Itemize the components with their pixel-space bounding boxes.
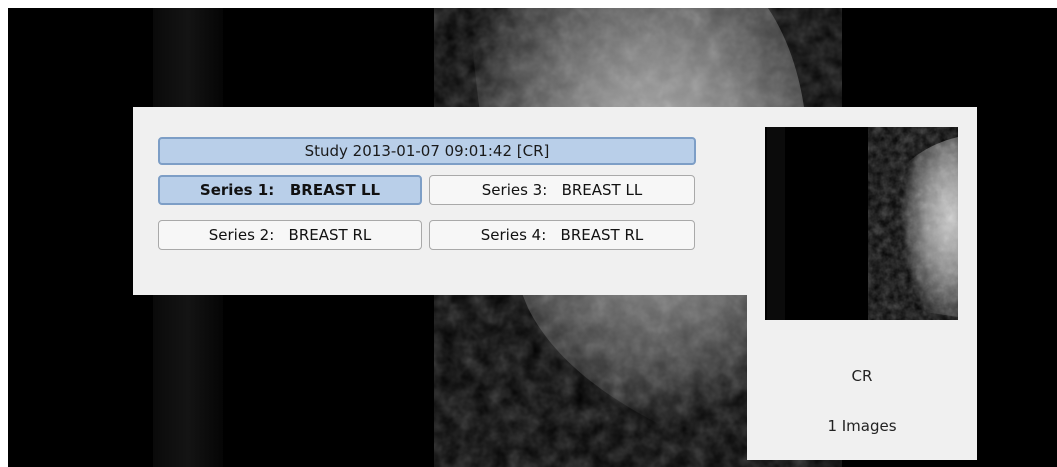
- image-viewport[interactable]: Study 2013-01-07 09:01:42 [CR] Series 1:…: [8, 8, 1057, 467]
- series-2-button[interactable]: Series 2: BREAST RL: [158, 220, 422, 250]
- thumbnail-mammogram-image: [765, 127, 958, 320]
- modality-label: CR: [851, 367, 873, 385]
- series-1-button[interactable]: Series 1: BREAST LL: [158, 175, 422, 205]
- study-button[interactable]: Study 2013-01-07 09:01:42 [CR]: [158, 137, 696, 165]
- study-panel: Study 2013-01-07 09:01:42 [CR] Series 1:…: [133, 107, 753, 295]
- series-3-button[interactable]: Series 3: BREAST LL: [429, 175, 695, 205]
- image-count-label: 1 Images: [827, 417, 897, 435]
- series-thumbnail[interactable]: [765, 127, 958, 320]
- series-4-button[interactable]: Series 4: BREAST RL: [429, 220, 695, 250]
- thumbnail-panel[interactable]: CR 1 Images: [747, 107, 977, 460]
